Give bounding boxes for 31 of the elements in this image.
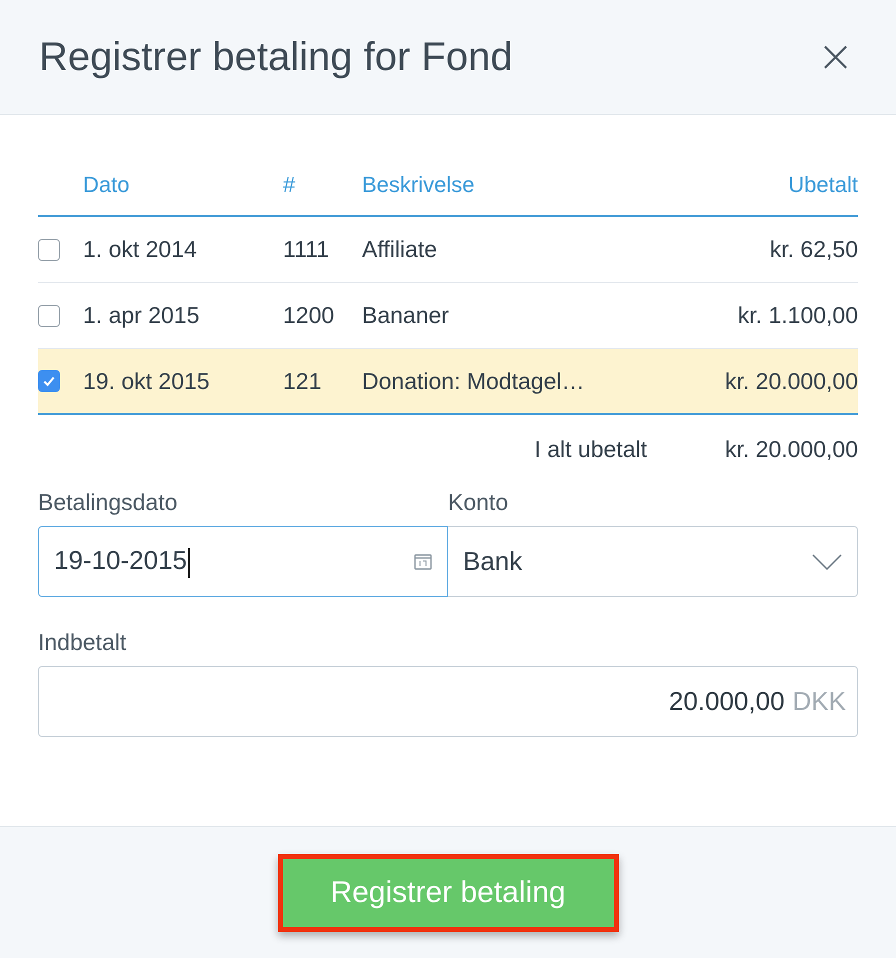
total-label: I alt ubetalt bbox=[534, 436, 647, 462]
table-cell-text: 121 bbox=[283, 368, 322, 394]
calendar-icon[interactable] bbox=[414, 554, 432, 570]
table-cell-text: 19. okt 2015 bbox=[83, 368, 211, 394]
date-field[interactable]: 19-10-2015 bbox=[38, 526, 448, 597]
table-cell-text: 1200 bbox=[283, 302, 336, 329]
total-value: kr. 20.000,00 bbox=[725, 436, 858, 462]
checkbox[interactable] bbox=[38, 304, 60, 326]
checkmark-icon bbox=[42, 374, 56, 388]
amount-field[interactable]: 20.000,00 DKK bbox=[38, 666, 858, 737]
currency-suffix: DKK bbox=[792, 686, 846, 717]
table-cell-text: Donation: Modtagel… bbox=[362, 368, 586, 394]
table-row[interactable]: 1. okt 2014 1111 Affiliate kr. 62,50 bbox=[38, 217, 858, 283]
table-cell-text: 1. apr 2015 bbox=[83, 302, 200, 329]
table-cell-text: 1. okt 2014 bbox=[83, 236, 198, 263]
chevron-down-icon bbox=[812, 554, 842, 570]
checkbox[interactable] bbox=[38, 370, 60, 392]
table-cell-text: Affiliate bbox=[362, 236, 438, 263]
checkbox[interactable] bbox=[38, 238, 60, 260]
dialog-title: Registrer betaling for Fond bbox=[39, 34, 513, 80]
account-dropdown[interactable]: Bank bbox=[448, 526, 858, 597]
table-cell-text: kr. 62,50 bbox=[768, 236, 858, 263]
table-cell-text: kr. 20.000,00 bbox=[724, 368, 858, 394]
field-label: Indbetalt bbox=[38, 629, 128, 656]
close-button[interactable]: × bbox=[813, 35, 858, 79]
field-label: Betalingsdato bbox=[38, 489, 178, 516]
field-label: Konto bbox=[448, 489, 510, 516]
table-cell-text: 1111 bbox=[283, 236, 330, 263]
table-cell-text: kr. 1.100,00 bbox=[736, 302, 858, 329]
selected-table-row[interactable]: 19. okt 2015 121 Donation: Modtagel… kr. 20.000,00 bbox=[38, 349, 858, 415]
table-cell-text: Bananer bbox=[362, 302, 450, 329]
